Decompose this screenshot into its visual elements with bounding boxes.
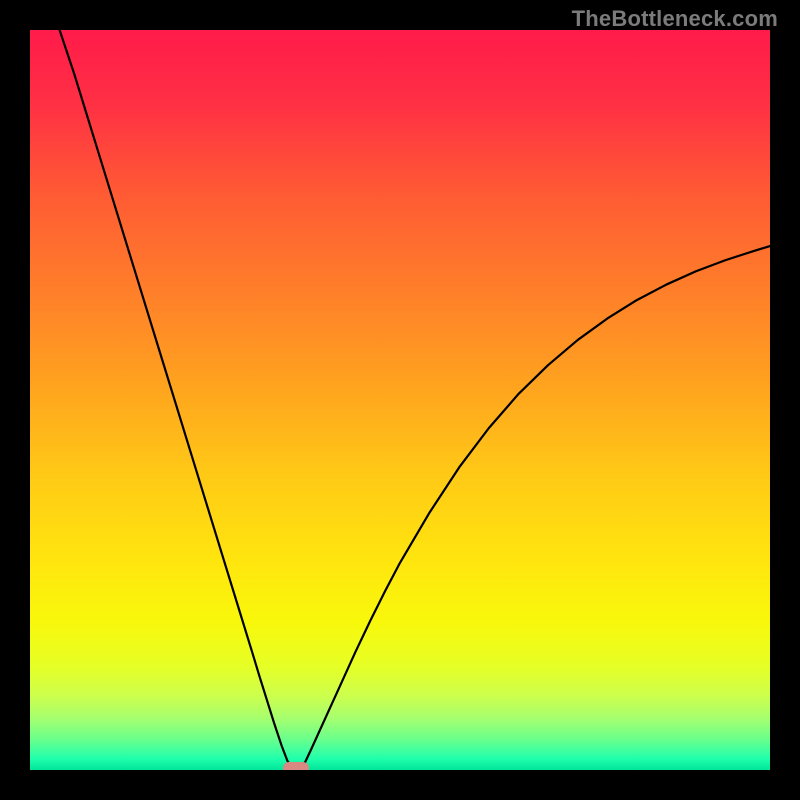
- chart-frame: TheBottleneck.com: [0, 0, 800, 800]
- minimum-marker: [283, 762, 309, 770]
- plot-area: [30, 30, 770, 770]
- watermark-text: TheBottleneck.com: [572, 6, 778, 32]
- bottleneck-curve-path: [60, 30, 770, 769]
- curve-layer: [30, 30, 770, 770]
